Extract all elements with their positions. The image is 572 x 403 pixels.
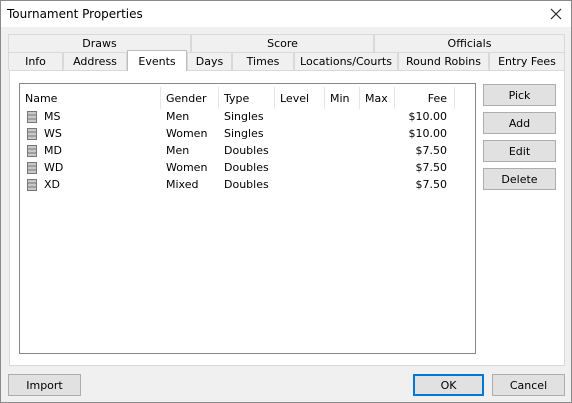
close-button[interactable] bbox=[541, 1, 571, 27]
cell-fee: $7.50 bbox=[415, 144, 448, 157]
tab-label: Locations/Courts bbox=[300, 55, 392, 68]
table-row[interactable]: MD Men Doubles $7.50 bbox=[20, 143, 475, 160]
database-icon bbox=[27, 145, 37, 157]
database-icon bbox=[27, 179, 37, 191]
cell-fee: $10.00 bbox=[408, 127, 448, 140]
dialog-window: Tournament Properties Draws Score Offici… bbox=[0, 0, 572, 403]
tab-label: Draws bbox=[82, 37, 117, 50]
tab-round-robins[interactable]: Round Robins bbox=[398, 52, 489, 70]
cell-gender: Mixed bbox=[166, 178, 199, 191]
window-title: Tournament Properties bbox=[7, 7, 143, 21]
close-icon bbox=[550, 8, 562, 20]
tab-info[interactable]: Info bbox=[8, 52, 63, 70]
cell-fee: $7.50 bbox=[415, 161, 448, 174]
cell-name: XD bbox=[44, 178, 61, 191]
table-row[interactable]: MS Men Singles $10.00 bbox=[20, 109, 475, 126]
cell-name: WS bbox=[44, 127, 62, 140]
delete-button[interactable]: Delete bbox=[483, 168, 556, 190]
tab-label: Round Robins bbox=[406, 55, 481, 68]
column-header-max[interactable]: Max bbox=[360, 87, 395, 109]
cell-gender: Men bbox=[166, 110, 190, 123]
database-icon bbox=[27, 162, 37, 174]
database-icon bbox=[27, 128, 37, 140]
table-row[interactable]: WD Women Doubles $7.50 bbox=[20, 160, 475, 177]
cancel-button[interactable]: Cancel bbox=[492, 374, 565, 396]
column-header-name[interactable]: Name bbox=[20, 87, 161, 109]
tab-label: Score bbox=[267, 37, 298, 50]
tab-label: Events bbox=[138, 54, 176, 68]
table-row[interactable]: WS Women Singles $10.00 bbox=[20, 126, 475, 143]
cell-type: Singles bbox=[224, 127, 264, 140]
cell-type: Doubles bbox=[224, 161, 269, 174]
column-header-level[interactable]: Level bbox=[275, 87, 325, 109]
tab-label: Info bbox=[25, 55, 46, 68]
database-icon bbox=[27, 111, 37, 123]
cell-gender: Women bbox=[166, 161, 208, 174]
column-header-gender[interactable]: Gender bbox=[161, 87, 219, 109]
tab-address[interactable]: Address bbox=[63, 52, 127, 70]
title-bar: Tournament Properties bbox=[1, 1, 571, 27]
column-header-fee[interactable]: Fee bbox=[395, 87, 455, 109]
tab-times[interactable]: Times bbox=[232, 52, 294, 70]
tab-label: Address bbox=[73, 55, 117, 68]
tab-label: Entry Fees bbox=[498, 55, 556, 68]
events-list[interactable]: Name Gender Type Level Min Max Fee MS Men… bbox=[19, 83, 476, 354]
tab-locations-courts[interactable]: Locations/Courts bbox=[294, 52, 398, 70]
pick-button[interactable]: Pick bbox=[483, 84, 556, 106]
table-row[interactable]: XD Mixed Doubles $7.50 bbox=[20, 177, 475, 194]
add-button[interactable]: Add bbox=[483, 112, 556, 134]
cell-fee: $10.00 bbox=[408, 110, 448, 123]
tab-days[interactable]: Days bbox=[187, 52, 232, 70]
cell-fee: $7.50 bbox=[415, 178, 448, 191]
column-header-type[interactable]: Type bbox=[219, 87, 275, 109]
cell-name: WD bbox=[44, 161, 64, 174]
cell-type: Doubles bbox=[224, 178, 269, 191]
column-header-min[interactable]: Min bbox=[325, 87, 360, 109]
tab-label: Officials bbox=[447, 37, 492, 50]
cell-type: Singles bbox=[224, 110, 264, 123]
tab-events[interactable]: Events bbox=[127, 50, 187, 71]
import-button[interactable]: Import bbox=[8, 374, 81, 396]
tab-entry-fees[interactable]: Entry Fees bbox=[489, 52, 565, 70]
edit-button[interactable]: Edit bbox=[483, 140, 556, 162]
cell-gender: Men bbox=[166, 144, 190, 157]
cell-type: Doubles bbox=[224, 144, 269, 157]
tab-score[interactable]: Score bbox=[191, 34, 374, 52]
cell-gender: Women bbox=[166, 127, 208, 140]
tab-label: Times bbox=[246, 55, 280, 68]
ok-button[interactable]: OK bbox=[413, 374, 484, 396]
tab-label: Days bbox=[195, 55, 224, 68]
tab-officials[interactable]: Officials bbox=[374, 34, 565, 52]
cell-name: MS bbox=[44, 110, 61, 123]
cell-name: MD bbox=[44, 144, 62, 157]
